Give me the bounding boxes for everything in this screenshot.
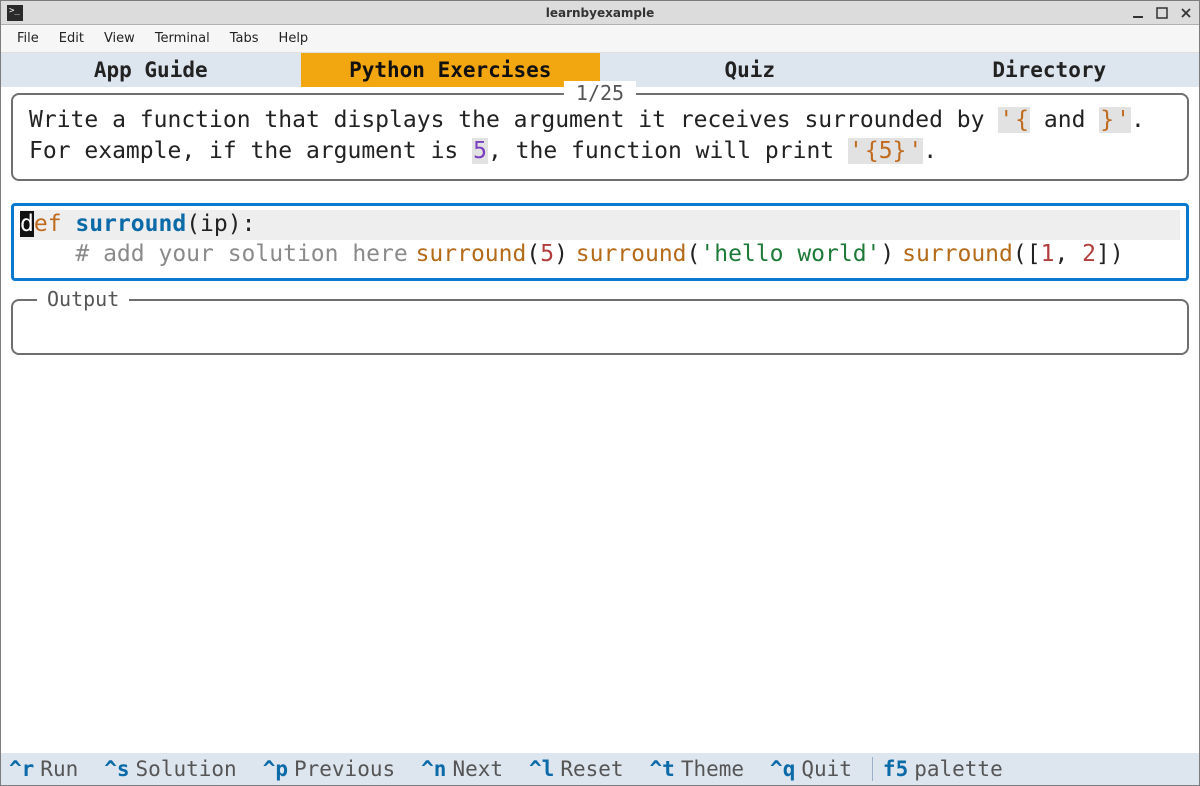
shortcut-run[interactable]: ^rRun (9, 757, 78, 781)
code-line-2-comment[interactable]: # add your solution here (20, 241, 408, 267)
menu-file[interactable]: File (9, 28, 47, 49)
question-line1-a: Write a function that displays the argum… (29, 107, 998, 133)
output-panel: Output (11, 299, 1189, 355)
fn-signature: (ip): (186, 211, 255, 237)
code-line-1[interactable]: def surround(ip): (20, 210, 1180, 240)
minimize-icon[interactable] (1131, 6, 1145, 20)
question-counter: 1/25 (564, 81, 636, 105)
shortcut-next[interactable]: ^nNext (421, 757, 503, 781)
shortcut-palette[interactable]: f5palette (883, 757, 1003, 781)
question-line2-b: , the function will print (488, 138, 848, 164)
literal-open-brace: { (1014, 107, 1030, 133)
question-text: Write a function that displays the argum… (29, 105, 1171, 167)
fn-name: surround (75, 211, 186, 237)
menubar: File Edit View Terminal Tabs Help (1, 25, 1199, 53)
tab-quiz[interactable]: Quiz (600, 53, 900, 87)
shortcut-solution[interactable]: ^sSolution (104, 757, 236, 781)
shortcut-quit[interactable]: ^qQuit (770, 757, 852, 781)
footer-separator (872, 757, 873, 781)
literal-result-body: {5} (864, 138, 908, 164)
menu-terminal[interactable]: Terminal (147, 28, 218, 49)
shortcut-reset[interactable]: ^lReset (529, 757, 624, 781)
tab-directory[interactable]: Directory (900, 53, 1200, 87)
menu-view[interactable]: View (96, 28, 143, 49)
window-controls (1131, 6, 1193, 20)
code-line-call1[interactable]: surround(5) (416, 241, 568, 267)
literal-result-q2: ' (907, 138, 923, 164)
literal-result-q1: ' (848, 138, 864, 164)
window-title: learnbyexample (1, 6, 1199, 20)
menu-edit[interactable]: Edit (51, 28, 92, 49)
tab-app-guide[interactable]: App Guide (1, 53, 301, 87)
question-line2-a: For example, if the argument is (29, 138, 472, 164)
literal-arg-5: 5 (472, 138, 488, 164)
tab-python-exercises[interactable]: Python Exercises (301, 53, 601, 87)
menu-tabs[interactable]: Tabs (222, 28, 267, 49)
code-line-call3[interactable]: surround([1, 2]) (902, 241, 1124, 267)
menu-help[interactable]: Help (271, 28, 317, 49)
question-panel: 1/25 Write a function that displays the … (11, 93, 1189, 181)
code-line-call2[interactable]: surround('hello world') (576, 241, 895, 267)
titlebar: learnbyexample (1, 1, 1199, 25)
output-label: Output (37, 287, 129, 311)
kw-def: ef (34, 211, 62, 237)
shortcut-theme[interactable]: ^tTheme (650, 757, 745, 781)
literal-open-quote: ' (998, 107, 1014, 133)
question-post1: . (1131, 107, 1145, 133)
code-editor[interactable]: def surround(ip): # add your solution he… (11, 203, 1189, 281)
shortcut-previous[interactable]: ^pPrevious (263, 757, 395, 781)
terminal-app-icon (7, 5, 23, 21)
question-post2: . (923, 138, 937, 164)
literal-close-quote: ' (1115, 107, 1131, 133)
close-icon[interactable] (1179, 6, 1193, 20)
app-window: learnbyexample File Edit View Terminal T… (0, 0, 1200, 786)
app-body: App Guide Python Exercises Quiz Director… (1, 53, 1199, 785)
maximize-icon[interactable] (1155, 6, 1169, 20)
text-cursor: d (20, 211, 34, 237)
literal-close-brace: } (1099, 107, 1115, 133)
question-mid: and (1030, 107, 1099, 133)
footer-shortcuts: ^rRun ^sSolution ^pPrevious ^nNext ^lRes… (1, 753, 1199, 785)
